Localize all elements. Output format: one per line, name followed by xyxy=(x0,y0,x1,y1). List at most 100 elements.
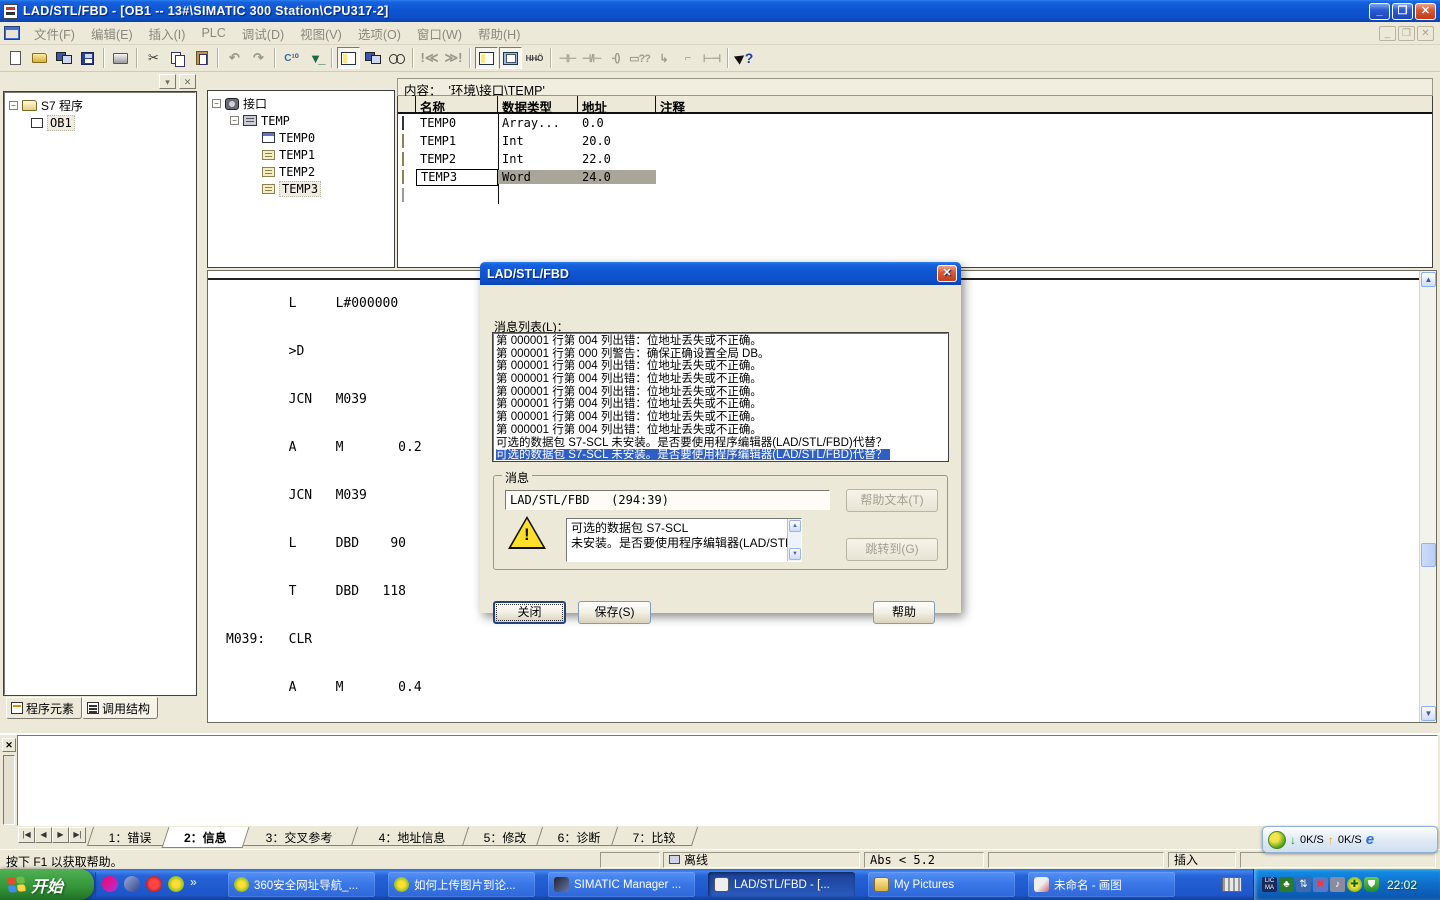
col-name[interactable]: 名称 xyxy=(416,96,498,112)
code-line[interactable]: T DBD 118 xyxy=(226,584,453,600)
task-360-nav[interactable]: 360安全网址导航_... xyxy=(228,872,375,897)
new-icon[interactable] xyxy=(4,47,27,69)
code-line[interactable]: M039: CLR xyxy=(226,632,453,648)
quicklaunch-chevron-icon[interactable]: » xyxy=(190,875,197,889)
scroll-up-icon[interactable]: ▲ xyxy=(789,520,801,532)
tree-item-temp1[interactable]: TEMP1 xyxy=(208,146,394,163)
table-row-selected[interactable]: TEMP3 Word 24.0 xyxy=(398,168,1432,186)
tree-item-ob1[interactable]: OB1 xyxy=(5,114,195,131)
table-row-empty[interactable] xyxy=(398,186,1432,204)
tab-call-structure[interactable]: 调用结构 xyxy=(82,697,158,719)
cell-type[interactable]: Word xyxy=(498,170,578,184)
scroll-up-icon[interactable]: ▲ xyxy=(1421,272,1436,287)
code-line[interactable]: L DBD 90 xyxy=(226,536,453,552)
copy-icon[interactable] xyxy=(166,47,189,69)
menu-options[interactable]: 选项(O) xyxy=(350,21,409,46)
col-datatype[interactable]: 数据类型 xyxy=(498,96,578,112)
message-source-field[interactable]: LAD/STL/FBD (294:39) xyxy=(505,490,830,510)
tab-compare[interactable]: 7：比较 xyxy=(611,827,698,846)
task-my-pictures[interactable]: My Pictures xyxy=(868,872,1015,897)
cut-icon[interactable]: ✂ xyxy=(142,47,165,69)
menu-view[interactable]: 视图(V) xyxy=(292,21,350,46)
volume-icon[interactable]: ♪ xyxy=(1330,877,1345,892)
close-dialog-button[interactable]: 关闭 xyxy=(493,601,566,624)
dialog-close-icon[interactable]: ✕ xyxy=(937,265,957,282)
empty-box-icon[interactable]: ▭?? xyxy=(628,47,651,69)
cell-type[interactable]: Int xyxy=(498,134,578,148)
tree-item-interface[interactable]: − 接口 xyxy=(208,95,394,112)
message-row[interactable]: 第 000001 行第 000 列警告：确保正确设置全局 DB。 xyxy=(496,348,945,361)
col-address[interactable]: 地址 xyxy=(578,96,656,112)
save-button[interactable]: 保存(S) xyxy=(578,601,651,624)
cell-type[interactable]: Int xyxy=(498,152,578,166)
menu-help[interactable]: 帮助(H) xyxy=(470,21,528,46)
menu-edit[interactable]: 编辑(E) xyxy=(83,21,141,46)
tree-item-temp2[interactable]: TEMP2 xyxy=(208,163,394,180)
menu-plc[interactable]: PLC xyxy=(193,23,233,43)
network-activity-icon[interactable]: ⇅ xyxy=(1296,877,1311,892)
table-row[interactable]: TEMP1 Int 20.0 xyxy=(398,132,1432,150)
tab-scroll-first-icon[interactable]: |◀ xyxy=(18,827,35,843)
panel-close-icon[interactable]: ✕ xyxy=(179,74,196,89)
message-row[interactable]: 第 000001 行第 004 列出错：位地址丢失或不正确。 xyxy=(496,424,945,437)
cell-addr[interactable]: 22.0 xyxy=(578,152,656,166)
tab-program-elements[interactable]: 程序元素 xyxy=(6,697,82,719)
start-button[interactable]: 开始 xyxy=(0,869,94,900)
360-orb-icon[interactable] xyxy=(1268,831,1286,849)
paste-icon[interactable] xyxy=(190,47,213,69)
close-branch-icon[interactable]: ⌐ xyxy=(676,47,699,69)
message-listbox[interactable]: 第 000001 行第 004 列出错：位地址丢失或不正确。 第 000001 … xyxy=(493,333,948,461)
overview-toggle-icon[interactable] xyxy=(337,47,360,69)
view-detail-icon[interactable] xyxy=(499,47,522,69)
contact-no-icon[interactable]: ⊣⊢ xyxy=(556,47,579,69)
message-row[interactable]: 第 000001 行第 004 列出错：位地址丢失或不正确。 xyxy=(496,360,945,373)
message-row[interactable]: 第 000001 行第 004 列出错：位地址丢失或不正确。 xyxy=(496,398,945,411)
tab-address-info[interactable]: 4：地址信息 xyxy=(351,827,474,846)
help-text-button[interactable]: 帮助文本(T) xyxy=(846,489,938,512)
cell-name[interactable]: TEMP0 xyxy=(416,116,498,130)
tab-errors[interactable]: 1：错误 xyxy=(87,827,174,846)
minimize-button[interactable]: _ xyxy=(1369,3,1390,20)
tray-green-icon[interactable]: ♣ xyxy=(1279,877,1294,892)
tab-diagnostics[interactable]: 6：诊断 xyxy=(536,827,623,846)
tab-scroll-next-icon[interactable]: ▶ xyxy=(52,827,69,843)
tree-item-s7-program[interactable]: − S7 程序 xyxy=(5,97,195,114)
license-manager-icon[interactable]: LICMA xyxy=(1262,877,1277,892)
message-row[interactable]: 第 000001 行第 004 列出错：位地址丢失或不正确。 xyxy=(496,335,945,348)
tray-clock[interactable]: 22:02 xyxy=(1387,878,1417,892)
task-lad-stl-fbd[interactable]: LAD/STL/FBD - [... xyxy=(708,872,855,897)
table-row[interactable]: TEMP0 Array... 0.0 xyxy=(398,114,1432,132)
cell-name[interactable]: TEMP1 xyxy=(416,134,498,148)
child-window-icon[interactable] xyxy=(4,26,20,40)
quicklaunch-browser-icon[interactable] xyxy=(124,876,140,892)
open-icon[interactable] xyxy=(28,47,51,69)
table-row[interactable]: TEMP2 Int 22.0 xyxy=(398,150,1432,168)
message-row-selected[interactable]: 可选的数据包 S7-SCL 未安装。是否要使用程序编辑器(LAD/STL/FBD… xyxy=(496,449,890,461)
net-speed-widget[interactable]: ↓ 0K/S ↑ 0K/S e xyxy=(1262,826,1438,853)
expander-icon[interactable]: − xyxy=(9,101,18,110)
scroll-down-icon[interactable]: ▼ xyxy=(789,548,801,560)
mdi-minimize-button[interactable]: _ xyxy=(1379,26,1396,41)
output-close-icon[interactable]: ✕ xyxy=(2,738,16,752)
code-line[interactable]: L L#000000 xyxy=(226,296,453,312)
code-line[interactable]: >D xyxy=(226,344,453,360)
message-row[interactable]: 第 000001 行第 004 列出错：位地址丢失或不正确。 xyxy=(496,386,945,399)
redo-icon[interactable]: ↷ xyxy=(247,47,270,69)
task-360-upload[interactable]: 如何上传图片到论... xyxy=(388,872,535,897)
360-tray-icon[interactable]: ✚ xyxy=(1347,877,1362,892)
contact-nc-icon[interactable]: ⊣/⊢ xyxy=(580,47,603,69)
code-line[interactable]: A M 0.4 xyxy=(226,680,453,696)
restore-button[interactable]: ❐ xyxy=(1392,3,1413,20)
undo-icon[interactable]: ↶ xyxy=(223,47,246,69)
message-row[interactable]: 可选的数据包 S7-SCL 未安装。是否要使用程序编辑器(LAD/STL/FBD… xyxy=(496,437,945,450)
detail-scrollbar[interactable]: ▲ ▼ xyxy=(787,519,801,561)
connector-icon[interactable]: ⊢⊣ xyxy=(700,47,723,69)
language-bar-keyboard-icon[interactable] xyxy=(1222,877,1242,892)
menu-file[interactable]: 文件(F) xyxy=(26,21,83,46)
ie-icon[interactable]: e xyxy=(1366,831,1374,848)
tab-scroll-last-icon[interactable]: ▶| xyxy=(69,827,86,843)
save-online-icon[interactable] xyxy=(52,47,75,69)
message-row[interactable]: 第 000001 行第 004 列出错：位地址丢失或不正确。 xyxy=(496,373,945,386)
code-line[interactable]: JCN M039 xyxy=(226,488,453,504)
mdi-restore-button[interactable]: ❐ xyxy=(1398,26,1415,41)
